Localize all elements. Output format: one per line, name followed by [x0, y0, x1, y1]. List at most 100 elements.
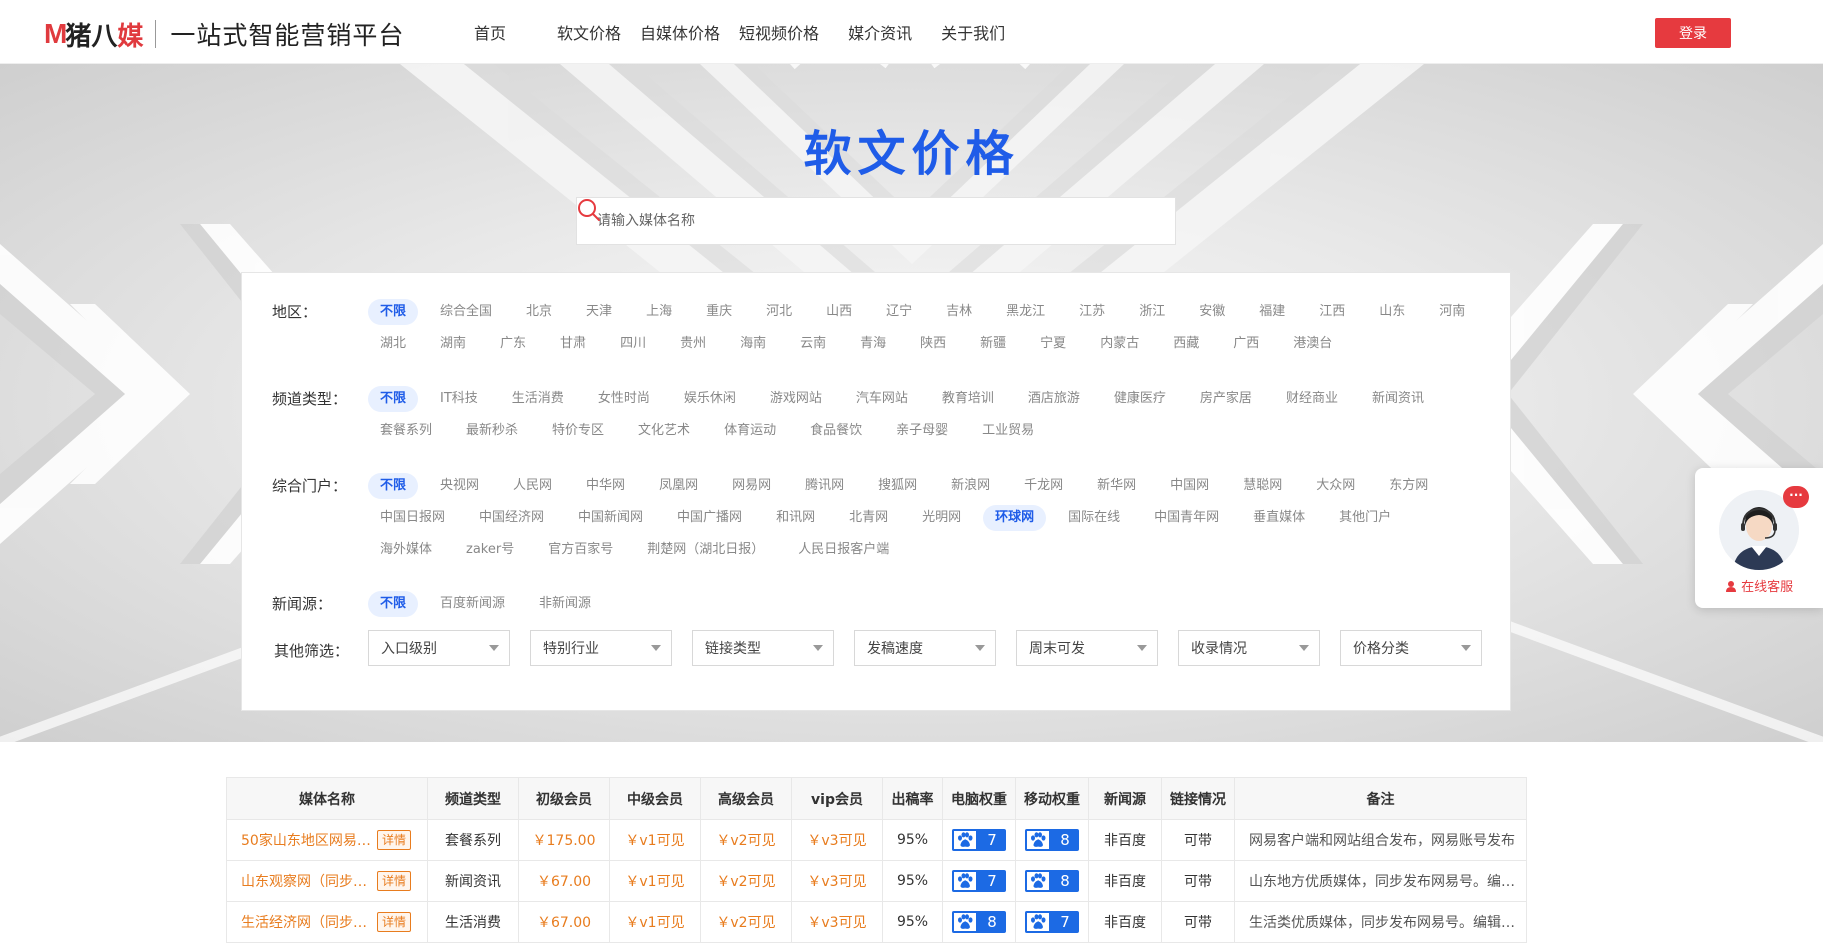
portal-tag[interactable]: 东方网: [1377, 473, 1440, 499]
channel-tag[interactable]: IT科技: [428, 386, 490, 412]
region-tag[interactable]: 陕西: [908, 331, 958, 357]
channel-tag[interactable]: 特价专区: [540, 418, 616, 444]
region-tag[interactable]: 广东: [488, 331, 538, 357]
table-row[interactable]: 生活经济网（同步网易号） 详情生活消费￥67.00￥v1可见￥v2可见￥v3可见9…: [226, 901, 1527, 943]
channel-tag[interactable]: 食品餐饮: [798, 418, 874, 444]
channel-tag[interactable]: 体育运动: [712, 418, 788, 444]
channel-tag[interactable]: 套餐系列: [368, 418, 444, 444]
channel-tag[interactable]: 汽车网站: [844, 386, 920, 412]
region-tag[interactable]: 内蒙古: [1088, 331, 1151, 357]
region-tag[interactable]: 山西: [814, 299, 864, 325]
portal-tag[interactable]: 中国广播网: [665, 505, 754, 531]
media-name-link[interactable]: 50家山东地区网易号套餐: [241, 830, 371, 850]
portal-tag[interactable]: 北青网: [837, 505, 900, 531]
region-tag[interactable]: 青海: [848, 331, 898, 357]
detail-button[interactable]: 详情: [377, 830, 412, 850]
channel-tag[interactable]: 最新秒杀: [454, 418, 530, 444]
channel-tag[interactable]: 生活消费: [500, 386, 576, 412]
channel-tag[interactable]: 女性时尚: [586, 386, 662, 412]
region-tag[interactable]: 港澳台: [1281, 331, 1344, 357]
region-tag[interactable]: 湖北: [368, 331, 418, 357]
nav-home[interactable]: 首页: [474, 20, 506, 44]
select-publish-speed[interactable]: 发稿速度: [854, 630, 996, 666]
region-tag[interactable]: 天津: [574, 299, 624, 325]
region-tag[interactable]: 重庆: [694, 299, 744, 325]
detail-button[interactable]: 详情: [377, 871, 412, 891]
region-tag[interactable]: 安徽: [1187, 299, 1237, 325]
portal-tag[interactable]: 中国日报网: [368, 505, 457, 531]
select-link-type[interactable]: 链接类型: [692, 630, 834, 666]
portal-tag[interactable]: 千龙网: [1012, 473, 1075, 499]
region-tag[interactable]: 浙江: [1127, 299, 1177, 325]
portal-tag[interactable]: 搜狐网: [866, 473, 929, 499]
portal-tag[interactable]: 海外媒体: [368, 537, 444, 563]
region-tag[interactable]: 综合全国: [428, 299, 504, 325]
portal-tag[interactable]: 中国网: [1158, 473, 1221, 499]
portal-tag[interactable]: 环球网: [983, 505, 1047, 531]
portal-tag[interactable]: 中国新闻网: [566, 505, 655, 531]
portal-tag[interactable]: 新华网: [1085, 473, 1148, 499]
select-price-category[interactable]: 价格分类: [1340, 630, 1482, 666]
portal-tag[interactable]: 中国青年网: [1142, 505, 1231, 531]
portal-tag[interactable]: 慧聪网: [1231, 473, 1294, 499]
channel-tag[interactable]: 工业贸易: [970, 418, 1046, 444]
portal-tag[interactable]: 光明网: [910, 505, 973, 531]
portal-tag[interactable]: 国际在线: [1056, 505, 1132, 531]
nav-media-news[interactable]: 媒介资讯: [848, 20, 912, 44]
detail-button[interactable]: 详情: [377, 912, 412, 932]
portal-tag[interactable]: 大众网: [1304, 473, 1367, 499]
table-row[interactable]: 50家山东地区网易号套餐详情套餐系列￥175.00￥v1可见￥v2可见￥v3可见…: [226, 819, 1527, 861]
region-tag[interactable]: 贵州: [668, 331, 718, 357]
portal-tag[interactable]: 人民网: [501, 473, 564, 499]
media-name-link[interactable]: 山东观察网（同步网易号）: [241, 871, 371, 891]
region-tag[interactable]: 辽宁: [874, 299, 924, 325]
portal-tag[interactable]: 网易网: [720, 473, 783, 499]
region-tag[interactable]: 广西: [1221, 331, 1271, 357]
region-tag[interactable]: 河北: [754, 299, 804, 325]
region-tag[interactable]: 河南: [1427, 299, 1477, 325]
region-tag[interactable]: 上海: [634, 299, 684, 325]
channel-tag[interactable]: 文化艺术: [626, 418, 702, 444]
media-search-input[interactable]: [577, 198, 1127, 244]
region-tag[interactable]: 新疆: [968, 331, 1018, 357]
channel-tag[interactable]: 不限: [368, 386, 419, 412]
region-tag[interactable]: 甘肃: [548, 331, 598, 357]
channel-tag[interactable]: 娱乐休闲: [672, 386, 748, 412]
portal-tag[interactable]: 和讯网: [764, 505, 827, 531]
region-tag[interactable]: 不限: [368, 299, 419, 325]
region-tag[interactable]: 北京: [514, 299, 564, 325]
region-tag[interactable]: 湖南: [428, 331, 478, 357]
region-tag[interactable]: 宁夏: [1028, 331, 1078, 357]
channel-tag[interactable]: 亲子母婴: [884, 418, 960, 444]
portal-tag[interactable]: 其他门户: [1327, 505, 1403, 531]
portal-tag[interactable]: 央视网: [428, 473, 491, 499]
portal-tag[interactable]: 中华网: [574, 473, 637, 499]
portal-tag[interactable]: zaker号: [454, 537, 526, 563]
region-tag[interactable]: 福建: [1247, 299, 1297, 325]
portal-tag[interactable]: 不限: [368, 473, 419, 499]
portal-tag[interactable]: 垂直媒体: [1241, 505, 1317, 531]
table-row[interactable]: 山东观察网（同步网易号） 详情新闻资讯￥67.00￥v1可见￥v2可见￥v3可见9…: [226, 860, 1527, 902]
channel-tag[interactable]: 房产家居: [1188, 386, 1264, 412]
region-tag[interactable]: 山东: [1367, 299, 1417, 325]
channel-tag[interactable]: 游戏网站: [758, 386, 834, 412]
portal-tag[interactable]: 人民日报客户端: [786, 537, 901, 563]
region-tag[interactable]: 云南: [788, 331, 838, 357]
channel-tag[interactable]: 酒店旅游: [1016, 386, 1092, 412]
online-service-widget[interactable]: ··· 在线客服: [1695, 468, 1823, 608]
nav-self-media-price[interactable]: 自媒体价格: [640, 20, 720, 44]
region-tag[interactable]: 西藏: [1161, 331, 1211, 357]
channel-tag[interactable]: 新闻资讯: [1360, 386, 1436, 412]
login-button[interactable]: 登录: [1655, 18, 1731, 48]
channel-tag[interactable]: 教育培训: [930, 386, 1006, 412]
channel-tag[interactable]: 健康医疗: [1102, 386, 1178, 412]
select-special-industry[interactable]: 特别行业: [530, 630, 672, 666]
region-tag[interactable]: 海南: [728, 331, 778, 357]
portal-tag[interactable]: 荆楚网（湖北日报）: [635, 537, 776, 563]
region-tag[interactable]: 四川: [608, 331, 658, 357]
nav-short-video-price[interactable]: 短视频价格: [739, 20, 819, 44]
news_source-tag[interactable]: 非新闻源: [527, 591, 603, 617]
media-name-link[interactable]: 生活经济网（同步网易号）: [241, 912, 371, 932]
site-logo[interactable]: M 猪八 媒 一站式智能营销平台: [44, 18, 404, 51]
select-indexing[interactable]: 收录情况: [1178, 630, 1320, 666]
